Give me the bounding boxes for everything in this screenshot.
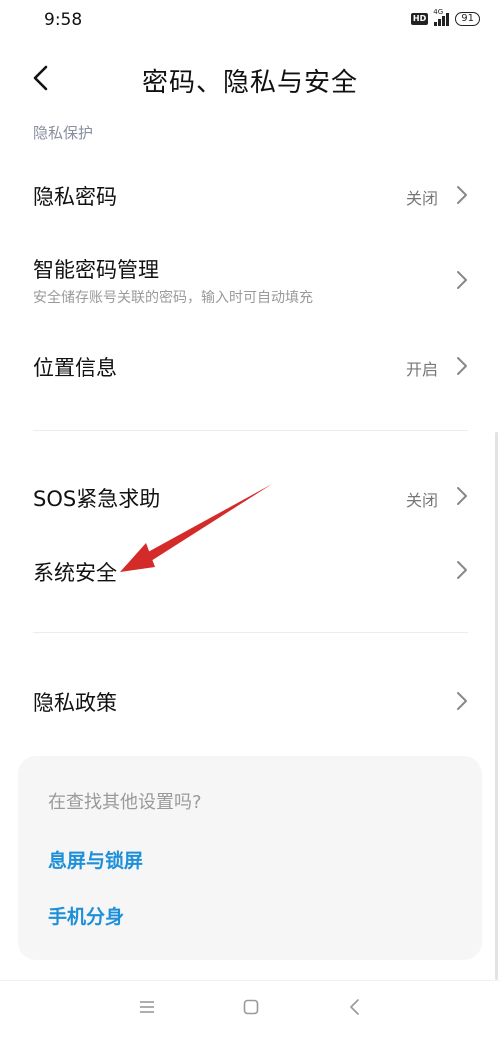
network-type: 4G [433,8,444,16]
suggestion-header: 在查找其他设置吗? [48,792,202,813]
battery-icon: 91 [455,12,480,26]
setting-row-privacy-password[interactable]: 隐私密码 关闭 [0,160,500,230]
menu-icon[interactable] [139,999,155,1015]
setting-row-sos[interactable]: SOS紧急求助 关闭 [0,460,500,532]
chevron-right-icon [457,692,467,710]
signal-icon: 4G [433,8,450,26]
chevron-right-icon [457,487,467,505]
section-label-privacy: 隐私保护 [33,124,94,142]
row-value: 开启 [405,360,438,379]
row-title: 位置信息 [33,356,117,380]
suggestion-link-screen-lock[interactable]: 息屏与锁屏 [48,846,143,873]
back-nav-icon[interactable] [349,999,361,1015]
status-icons: HD 4G 91 [410,8,480,26]
row-title: SOS紧急求助 [33,487,161,511]
row-subtitle: 安全储存账号关联的密码，输入时可自动填充 [33,290,313,306]
page-title: 密码、隐私与安全 [141,68,358,98]
hd-icon: HD [410,13,429,25]
header: 密码、隐私与安全 [0,42,500,114]
setting-row-privacy-policy[interactable]: 隐私政策 [0,665,500,737]
setting-row-smart-password[interactable]: 智能密码管理 安全储存账号关联的密码，输入时可自动填充 [0,240,500,320]
status-time: 9:58 [44,10,83,30]
row-title: 智能密码管理 [33,258,159,282]
suggestion-card: 在查找其他设置吗? 息屏与锁屏 手机分身 [18,756,482,960]
suggestion-link-second-space[interactable]: 手机分身 [48,902,124,929]
divider [33,430,468,431]
chevron-right-icon [457,186,467,204]
row-value: 关闭 [405,189,438,208]
row-title: 隐私政策 [33,691,117,715]
chevron-right-icon [457,271,467,289]
chevron-right-icon [457,561,467,579]
row-title: 系统安全 [33,561,117,585]
setting-row-system-security[interactable]: 系统安全 [0,535,500,605]
navigation-bar [0,980,500,1040]
setting-row-location[interactable]: 位置信息 开启 [0,330,500,400]
divider [33,632,468,633]
chevron-right-icon [457,357,467,375]
status-bar: 9:58 HD 4G 91 [0,0,500,42]
home-icon[interactable] [243,999,259,1015]
row-value: 关闭 [405,491,438,510]
row-title: 隐私密码 [33,185,117,209]
